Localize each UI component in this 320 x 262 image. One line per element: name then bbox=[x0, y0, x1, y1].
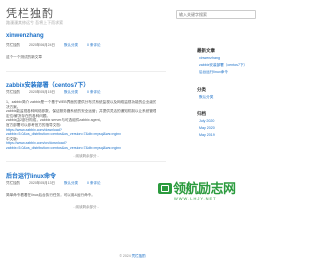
footer-site-link[interactable]: 凭栏独酌 bbox=[132, 254, 146, 258]
divider bbox=[6, 71, 166, 72]
post-meta: 凭栏独酌 2020年05月13日 默认分类 0 条评论 bbox=[6, 181, 108, 186]
post-comments[interactable]: 0 条评论 bbox=[87, 181, 100, 185]
post-body: 1、zabbix简介 zabbix是一个基于WEB界面的提供分布式系统监视以及网… bbox=[6, 100, 156, 151]
footer-copyright: © 2024 bbox=[119, 254, 131, 258]
sidebar-category-item[interactable]: 默认分类 bbox=[199, 95, 213, 100]
sidebar-recent-title: 最新文章 bbox=[197, 48, 215, 53]
search-box[interactable] bbox=[176, 10, 256, 19]
post-date: 2020年05月13日 bbox=[28, 181, 56, 185]
post-body: 这个一个测试的新文章 bbox=[6, 55, 156, 60]
post-comments[interactable]: 0 条评论 bbox=[87, 90, 100, 94]
read-more-link[interactable]: - 阅读剩余部分 - bbox=[6, 205, 166, 210]
sidebar-archive-item[interactable]: May 2020 bbox=[199, 126, 215, 130]
site-title[interactable]: 凭栏独酌 bbox=[6, 5, 54, 21]
sidebar-recent-item[interactable]: xinwenzhang bbox=[199, 56, 220, 60]
post-date: 2020年06月24日 bbox=[28, 43, 56, 47]
post-title[interactable]: xinwenzhang bbox=[6, 33, 166, 39]
post-author[interactable]: 凭栏独酌 bbox=[6, 181, 20, 185]
post: zabbix安装部署（centos7下） 凭栏独酌 2020年05月15日 默认… bbox=[6, 80, 166, 158]
post-link[interactable]: zabbix=5.0&os_distribution=centos&os_ver… bbox=[6, 146, 156, 151]
post-category[interactable]: 默认分类 bbox=[64, 90, 78, 94]
sidebar-categories-title: 分类 bbox=[197, 87, 206, 92]
post: xinwenzhang 凭栏独酌 2020年06月24日 默认分类 0 条评论 … bbox=[6, 33, 166, 59]
post-category[interactable]: 默认分类 bbox=[64, 43, 78, 47]
post-meta: 凭栏独酌 2020年05月15日 默认分类 0 条评论 bbox=[6, 90, 108, 95]
sidebar-archive-item[interactable]: July 2020 bbox=[199, 119, 214, 123]
sidebar-archive-item[interactable]: May 2019 bbox=[199, 133, 215, 137]
post-category[interactable]: 默认分类 bbox=[64, 181, 78, 185]
post-date: 2020年05月15日 bbox=[28, 90, 56, 94]
site-description: 路漫漫其修远兮 吾将上下而求索 bbox=[6, 20, 64, 25]
read-more-link[interactable]: - 阅读剩余部分 - bbox=[6, 154, 166, 159]
post-title[interactable]: 后台运行linux命令 bbox=[6, 171, 166, 180]
watermark-logo-icon bbox=[158, 183, 172, 194]
post-line: 1、zabbix简介 zabbix是一个基于WEB界面的提供分布式系统监视以及网… bbox=[6, 100, 156, 104]
post-title[interactable]: zabbix安装部署（centos7下） bbox=[6, 80, 166, 89]
sidebar-recent-item[interactable]: 后台运行linux命令 bbox=[199, 70, 228, 75]
post-comments[interactable]: 0 条评论 bbox=[87, 43, 100, 47]
footer: © 2024 凭栏独酌 bbox=[0, 254, 265, 259]
post: 后台运行linux命令 凭栏独酌 2020年05月13日 默认分类 0 条评论 … bbox=[6, 171, 166, 209]
watermark-text: 领航励志网 bbox=[173, 182, 236, 197]
sidebar-recent-item[interactable]: zabbix安装部署（centos7下） bbox=[199, 63, 247, 68]
watermark-url: WWW.LHJY.NET bbox=[174, 196, 217, 201]
post-author[interactable]: 凭栏独酌 bbox=[6, 90, 20, 94]
search-input[interactable] bbox=[179, 12, 253, 17]
post-body: 简单命令看着在linux后台执行任务，可以用&运行命令。 bbox=[6, 193, 156, 198]
post-line: 简单命令看着在linux后台执行任务，可以用&运行命令。 bbox=[6, 193, 95, 197]
post-line: 这个一个测试的新文章 bbox=[6, 55, 42, 59]
divider bbox=[6, 161, 166, 162]
post-meta: 凭栏独酌 2020年06月24日 默认分类 0 条评论 bbox=[6, 43, 108, 48]
post-author[interactable]: 凭栏独酌 bbox=[6, 43, 20, 47]
sidebar-archives-title: 归档 bbox=[197, 111, 206, 116]
